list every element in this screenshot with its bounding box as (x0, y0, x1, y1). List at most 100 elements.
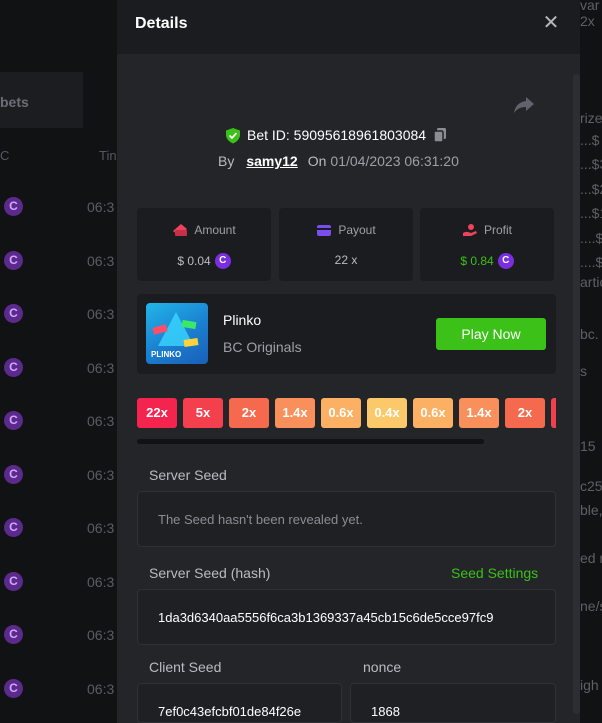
coin-icon: C (4, 250, 23, 270)
background-bet-row: C 06:3 (0, 625, 117, 645)
background-bet-row: C 06:3 (0, 464, 117, 485)
multiplier-chip: 5x (183, 398, 223, 428)
bet-time: 06:3 (87, 627, 115, 643)
bets-tab[interactable]: bets (0, 72, 83, 128)
bet-date: 01/04/2023 06:31:20 (330, 153, 459, 169)
background-bet-row: C 06:3 (0, 411, 117, 431)
server-hash-value: 1da3d6340aa5556f6ca3b1369337a45cb15c6de5… (158, 610, 494, 625)
background-text-fragment: artic (580, 274, 602, 290)
client-seed-field[interactable]: 7ef0c43efcbf01de84f26e (137, 683, 342, 723)
username-link[interactable]: samy12 (246, 153, 297, 169)
coin-icon: C (4, 518, 23, 537)
card-icon (317, 224, 332, 236)
coin-icon: C (214, 253, 231, 269)
payout-label: Payout (338, 223, 376, 237)
details-modal: Details ✕ Bet ID: 59095618961803084 By sa… (117, 0, 580, 723)
wallet-icon (173, 224, 188, 236)
server-hash-label: Server Seed (hash) (149, 565, 271, 581)
amount-label: Amount (194, 223, 236, 237)
background-text-fragment: ....$ (580, 230, 602, 246)
modal-scrollbar[interactable] (573, 74, 580, 714)
column-header-time: Tin (99, 148, 117, 163)
background-bet-row: C 06:3 (0, 250, 117, 271)
background-text-fragment: ed r (580, 550, 602, 566)
background-bet-row: C 06:3 (0, 357, 117, 378)
background-text-fragment: ...$ (580, 132, 600, 148)
background-text-fragment: s (580, 363, 587, 379)
bet-time: 06:3 (87, 199, 115, 215)
bet-id: Bet ID: 59095618961803084 (247, 127, 427, 143)
background-text-fragment: ble, (580, 502, 602, 518)
plinko-thumbnail[interactable]: PLINKO (146, 303, 208, 364)
copy-icon[interactable] (432, 127, 448, 143)
background-text-fragment: c25 (580, 478, 602, 494)
background-bet-row: C 06:3 (0, 571, 117, 592)
bet-time: 06:3 (87, 680, 115, 697)
amount-stat: Amount $ 0.04 C (137, 208, 271, 281)
multiplier-scrollbar[interactable] (137, 439, 484, 444)
modal-title: Details (135, 15, 188, 32)
nonce-label: nonce (363, 659, 402, 675)
background-text-fragment: rize (580, 110, 602, 126)
bet-time: 06:3 (87, 466, 115, 483)
by-label: By (218, 153, 235, 169)
multiplier-chip (551, 398, 556, 428)
play-now-button[interactable]: Play Now (436, 318, 546, 350)
coin-icon: C (4, 411, 23, 430)
background-bet-row: C 06:3 (0, 678, 117, 699)
share-icon[interactable] (512, 94, 536, 116)
amount-value: $ 0.04 (177, 254, 211, 268)
multiplier-row: 22x 5x 2x 1.4x 0.6x 0.4x 0.6x 1.4x 2x (137, 398, 556, 428)
multiplier-chip: 2x (229, 398, 269, 428)
background-text-fragment: igh (580, 677, 599, 693)
background-bet-row: C 06:3 (0, 197, 117, 217)
coin-icon: C (4, 357, 23, 377)
client-seed-label: Client Seed (149, 659, 222, 675)
background-bet-row: C 06:3 (0, 304, 117, 324)
profit-value: $ 0.84 (460, 254, 494, 268)
nonce-value: 1868 (371, 704, 400, 719)
coin-icon: C (4, 197, 23, 216)
background-text-fragment: var (580, 0, 600, 13)
background-text-fragment: ...$3 (580, 156, 602, 172)
background-text-fragment: ....$ (580, 254, 602, 270)
game-provider: BC Originals (223, 339, 302, 355)
server-hash-field[interactable]: 1da3d6340aa5556f6ca3b1369337a45cb15c6de5… (137, 589, 556, 645)
multiplier-chip: 1.4x (275, 398, 315, 428)
multiplier-chip: 1.4x (459, 398, 499, 428)
on-label: On (307, 153, 327, 169)
background-text-fragment: ...$1 (580, 205, 602, 221)
server-seed-value: The Seed hasn't been revealed yet. (158, 512, 363, 527)
coin-icon: C (4, 678, 23, 698)
bets-tab-label: bets (0, 94, 29, 110)
payout-stat: Payout 22 x (279, 208, 413, 281)
coin-icon: C (497, 253, 514, 269)
coin-icon: C (4, 464, 23, 484)
multiplier-chip: 0.4x (367, 398, 407, 428)
bet-time: 06:3 (87, 306, 115, 322)
multiplier-chip: 2x (505, 398, 545, 428)
bet-id-row: Bet ID: 59095618961803084 (225, 126, 448, 144)
profit-label: Profit (483, 223, 512, 237)
background-right-panel: var2x rize ...$ ...$3 ...$2 ...$1 ....$ ....$ ar… (580, 0, 602, 723)
multiplier-chip: 0.6x (321, 398, 361, 428)
background-text-fragment: 2x (580, 13, 595, 29)
background-text-fragment: ne/s (580, 598, 602, 614)
bet-time: 06:3 (87, 520, 115, 536)
seed-settings-link[interactable]: Seed Settings (451, 565, 538, 581)
profit-hand-icon (462, 224, 477, 236)
profit-stat: Profit $ 0.84 C (420, 208, 554, 281)
coin-icon: C (4, 571, 23, 591)
modal-header: Details ✕ (117, 0, 580, 54)
nonce-field[interactable]: 1868 (350, 683, 556, 723)
shield-check-icon (226, 127, 240, 143)
server-seed-label: Server Seed (149, 467, 227, 483)
server-seed-field: The Seed hasn't been revealed yet. (137, 491, 556, 547)
game-name: Plinko (223, 312, 262, 328)
coin-icon: C (4, 304, 23, 323)
multiplier-chip: 22x (137, 398, 177, 428)
background-text-fragment: 15 (580, 438, 596, 454)
close-icon[interactable]: ✕ (541, 13, 561, 33)
multiplier-chip: 0.6x (413, 398, 453, 428)
coin-icon: C (4, 625, 23, 644)
